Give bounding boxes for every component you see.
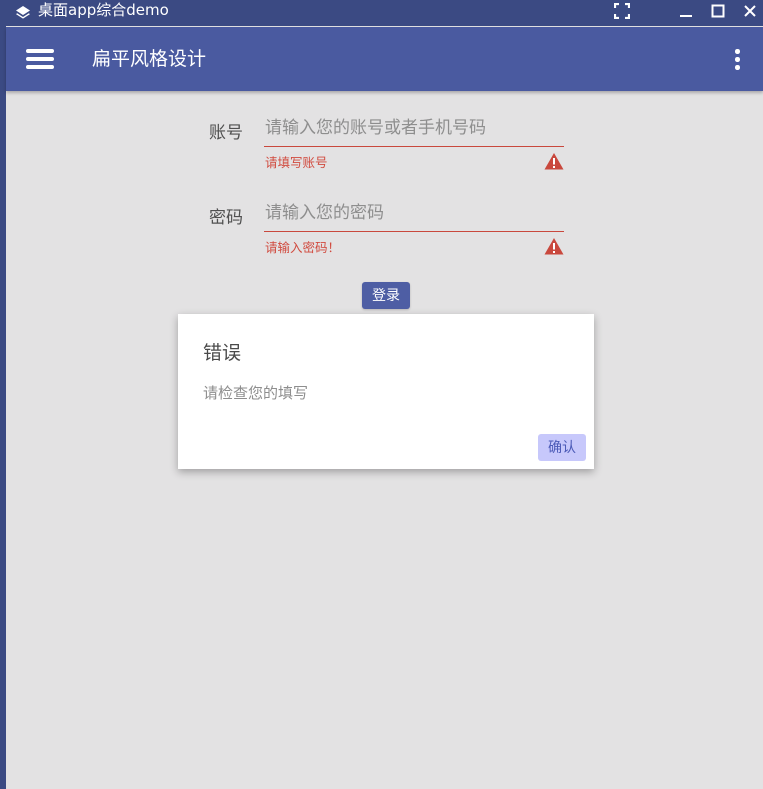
account-underline [264,146,564,147]
error-dialog: 错误 请检查您的填写 确认 [178,314,594,469]
more-vert-icon[interactable] [731,47,743,71]
fullscreen-button[interactable] [607,0,637,22]
account-label: 账号 [209,123,243,143]
minimize-button[interactable] [671,0,701,22]
window-title: 桌面app综合demo [38,1,169,19]
dialog-title: 错误 [203,342,242,364]
account-error-text: 请填写账号 [265,155,328,170]
login-button[interactable]: 登录 [362,282,410,309]
hamburger-menu-icon[interactable] [24,47,56,71]
window-titlebar[interactable]: 桌面app综合demo [0,0,763,26]
dialog-message: 请检查您的填写 [203,384,309,402]
account-input[interactable] [265,114,564,142]
close-button[interactable] [735,0,763,22]
warning-icon [544,153,564,170]
close-icon [744,5,756,17]
app-bar-title: 扁平风格设计 [92,48,207,70]
maximize-icon [711,4,725,18]
password-error-text: 请输入密码！ [265,240,341,255]
password-underline [264,231,564,232]
warning-icon [544,238,564,255]
layers-icon [16,6,30,19]
password-label: 密码 [209,208,243,228]
window-left-border [0,0,6,789]
confirm-button[interactable]: 确认 [538,434,586,461]
minimize-icon [680,15,692,17]
maximize-button[interactable] [703,0,733,22]
password-input[interactable] [265,199,564,227]
app-bar: 扁平风格设计 [6,27,763,91]
fullscreen-icon [614,3,630,19]
